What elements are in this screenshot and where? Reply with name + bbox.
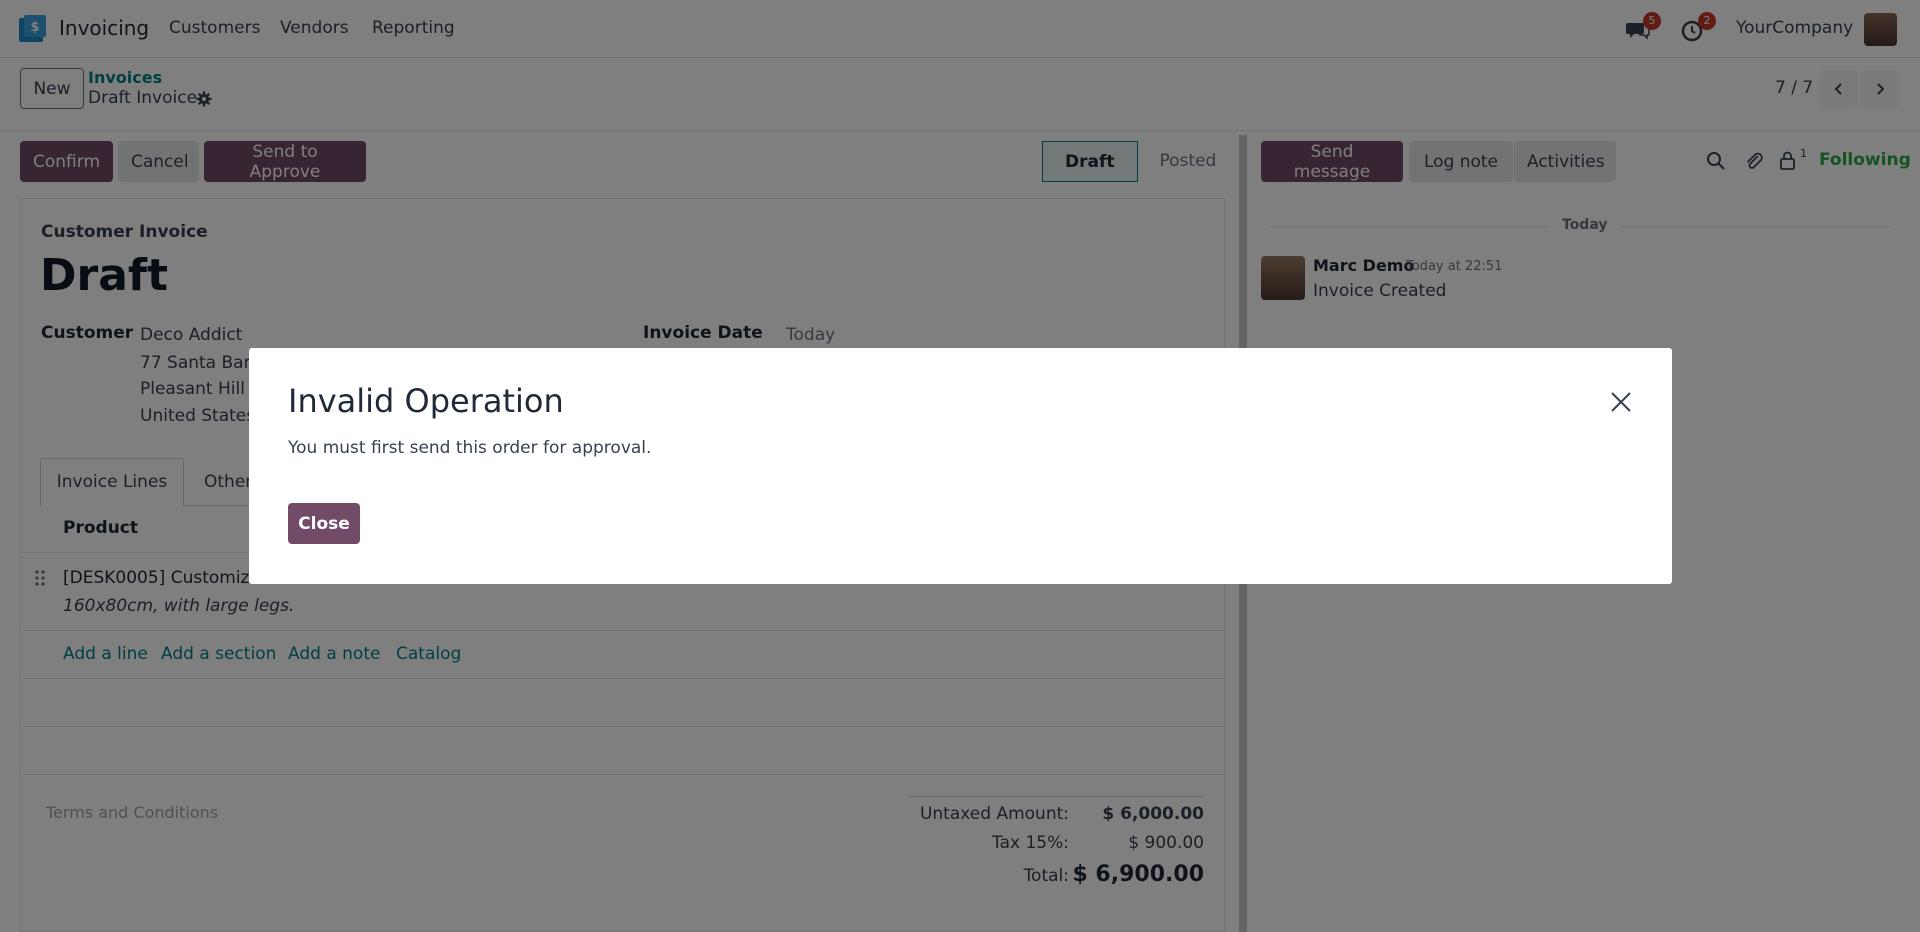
dialog-message: You must first send this order for appro… [288, 438, 652, 458]
close-icon[interactable] [1609, 390, 1633, 414]
dialog-title: Invalid Operation [288, 382, 564, 420]
invalid-operation-dialog: Invalid Operation You must first send th… [249, 348, 1672, 584]
dialog-close-button[interactable]: Close [288, 503, 360, 544]
